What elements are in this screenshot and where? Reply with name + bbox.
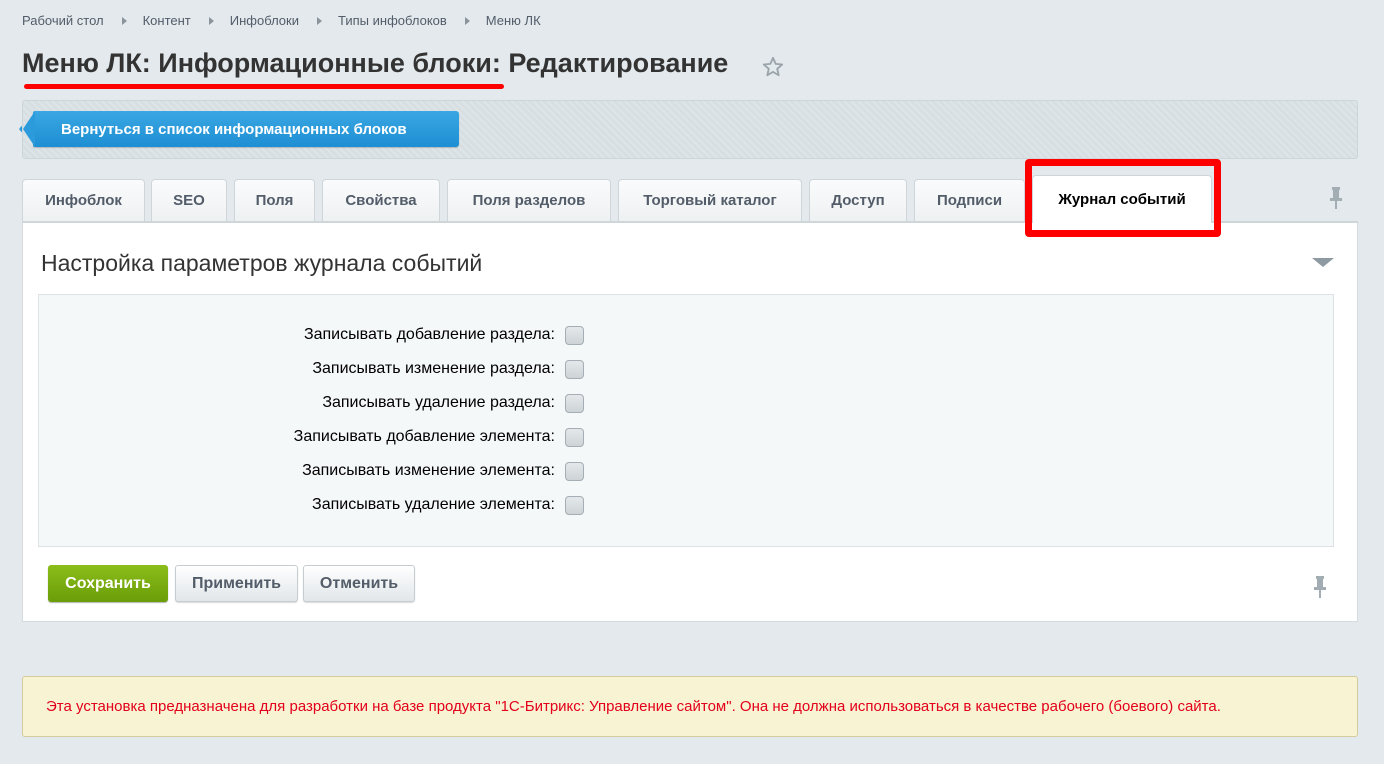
tab-access[interactable]: Доступ bbox=[809, 179, 907, 221]
field-label: Записывать удаление элемента: bbox=[312, 496, 555, 513]
tab-captions[interactable]: Подписи bbox=[914, 179, 1025, 221]
tab-fields[interactable]: Поля bbox=[234, 179, 315, 221]
back-arrow-icon bbox=[23, 111, 35, 147]
log-element-edit-checkbox[interactable] bbox=[565, 461, 584, 481]
field-label: Записывать добавление раздела: bbox=[303, 326, 555, 343]
form-row: Записывать удаление раздела: bbox=[38, 392, 598, 414]
tab-section-fields[interactable]: Поля разделов bbox=[447, 179, 611, 221]
save-button[interactable]: Сохранить bbox=[48, 565, 168, 602]
breadcrumb: Рабочий стол Контент Инфоблоки Типы инфо… bbox=[22, 13, 541, 28]
breadcrumb-item-iblock-types[interactable]: Типы инфоблоков bbox=[338, 13, 447, 28]
log-section-edit-checkbox[interactable] bbox=[565, 359, 584, 379]
breadcrumb-item-menu-lk[interactable]: Меню ЛК bbox=[486, 13, 541, 28]
form-row: Записывать изменение раздела: bbox=[38, 358, 598, 380]
log-element-add-checkbox[interactable] bbox=[565, 427, 584, 447]
pin-icon[interactable] bbox=[1313, 576, 1327, 598]
tab-event-log[interactable]: Журнал событий bbox=[1032, 175, 1212, 223]
collapse-arrow-icon[interactable] bbox=[1312, 258, 1334, 267]
breadcrumb-item-desktop[interactable]: Рабочий стол bbox=[22, 13, 104, 28]
tab-trade-catalog[interactable]: Торговый каталог bbox=[618, 179, 802, 221]
log-section-add-checkbox[interactable] bbox=[565, 325, 584, 345]
form-row: Записывать изменение элемента: bbox=[38, 460, 598, 482]
chevron-right-icon bbox=[464, 16, 470, 25]
page-title-wrap: Меню ЛК: Информационные блоки: Редактиро… bbox=[22, 48, 728, 79]
tab-iblock[interactable]: Инфоблок bbox=[22, 179, 145, 221]
apply-button[interactable]: Применить bbox=[175, 565, 298, 602]
back-to-list-label: Вернуться в список информационных блоков bbox=[61, 120, 407, 138]
log-element-delete-checkbox[interactable] bbox=[565, 495, 584, 515]
dev-warning-message: Эта установка предназначена для разработ… bbox=[22, 676, 1358, 737]
tab-properties[interactable]: Свойства bbox=[322, 179, 440, 221]
chevron-right-icon bbox=[121, 16, 127, 25]
breadcrumb-item-content[interactable]: Контент bbox=[143, 13, 191, 28]
section-title: Настройка параметров журнала событий bbox=[41, 250, 483, 276]
field-label: Записывать добавление элемента: bbox=[293, 428, 555, 445]
chevron-right-icon bbox=[317, 16, 322, 25]
field-label: Записывать изменение элемента: bbox=[302, 462, 555, 479]
page-title: Меню ЛК: Информационные блоки: Редактиро… bbox=[22, 48, 729, 78]
breadcrumb-item-iblocks[interactable]: Инфоблоки bbox=[230, 13, 299, 28]
title-underline-annotation bbox=[24, 84, 504, 89]
field-label: Записывать удаление раздела: bbox=[322, 394, 555, 411]
star-icon[interactable] bbox=[762, 56, 784, 78]
cancel-button[interactable]: Отменить bbox=[303, 565, 415, 602]
form-row: Записывать добавление элемента: bbox=[38, 426, 598, 448]
form-row: Записывать добавление раздела: bbox=[38, 324, 598, 346]
field-label: Записывать изменение раздела: bbox=[312, 360, 555, 377]
form-row: Записывать удаление элемента: bbox=[38, 494, 598, 516]
tab-seo[interactable]: SEO bbox=[151, 179, 227, 221]
chevron-right-icon bbox=[208, 16, 214, 25]
pin-icon[interactable] bbox=[1329, 187, 1343, 209]
back-to-list-button[interactable]: Вернуться в список информационных блоков bbox=[23, 111, 459, 147]
log-section-delete-checkbox[interactable] bbox=[565, 393, 584, 413]
